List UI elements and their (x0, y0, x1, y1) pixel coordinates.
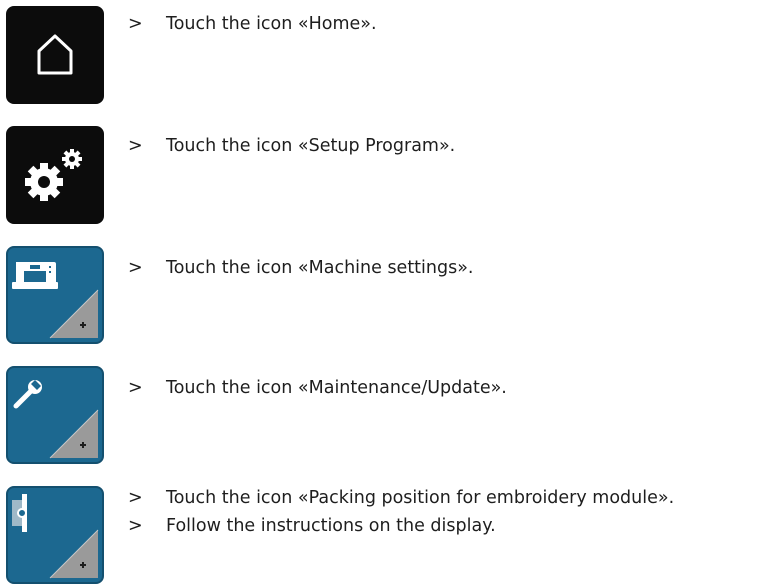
step-text: Touch the icon «Machine settings». (166, 258, 474, 278)
step-marker: > (128, 488, 143, 508)
home-icon[interactable] (6, 6, 104, 104)
wrench-icon[interactable] (6, 366, 104, 464)
step-marker: > (128, 136, 143, 156)
step-marker: > (128, 258, 143, 278)
step-touch-maintenance-update: > Touch the icon «Maintenance/Update». (128, 377, 507, 399)
embroidery-module-icon[interactable] (6, 486, 104, 584)
setup-gears-icon[interactable] (6, 126, 104, 224)
step-marker: > (128, 516, 143, 536)
step-marker: > (128, 14, 143, 34)
step-touch-machine-settings: > Touch the icon «Machine settings». (128, 257, 474, 279)
step-text: Follow the instructions on the display. (166, 516, 496, 536)
sewing-machine-icon[interactable] (6, 246, 104, 344)
step-text: Touch the icon «Home». (166, 14, 377, 34)
step-marker: > (128, 378, 143, 398)
step-text: Touch the icon «Maintenance/Update». (166, 378, 507, 398)
step-touch-home: > Touch the icon «Home». (128, 13, 377, 35)
step-touch-setup-program: > Touch the icon «Setup Program». (128, 135, 455, 157)
step-follow-instructions: > Follow the instructions on the display. (128, 515, 496, 537)
step-touch-packing-position: > Touch the icon «Packing position for em… (128, 487, 674, 509)
step-text: Touch the icon «Packing position for emb… (166, 488, 675, 508)
step-text: Touch the icon «Setup Program». (166, 136, 456, 156)
